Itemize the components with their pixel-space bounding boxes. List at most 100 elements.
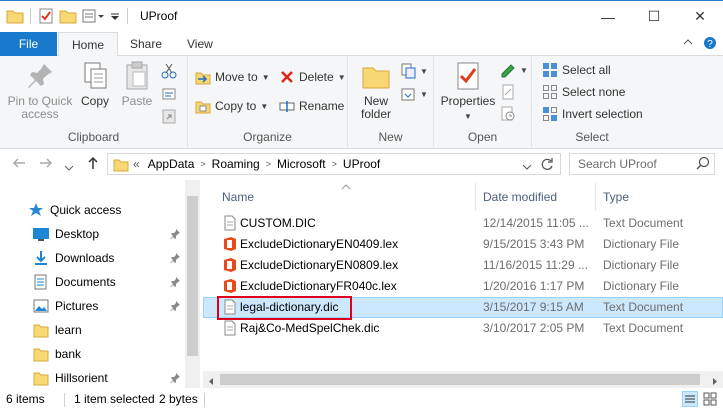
address-segment-uproof[interactable]: UProof [339, 157, 384, 171]
select-all-icon [542, 62, 558, 78]
address-dropdown-icon[interactable] [522, 160, 532, 174]
tab-share[interactable]: Share [117, 32, 175, 56]
collapse-ribbon-icon[interactable] [683, 36, 693, 53]
pin-icon[interactable] [170, 301, 180, 312]
pin-to-quick-access-button[interactable]: Pin to Quick access [6, 60, 74, 121]
nav-item-downloads[interactable]: Downloads [33, 246, 183, 270]
scroll-left-icon[interactable] [207, 375, 215, 389]
search-input[interactable]: Search UProof [569, 153, 715, 175]
pictures-icon [33, 298, 49, 314]
copy-path-button[interactable] [161, 84, 177, 104]
address-segment-microsoft[interactable]: Microsoft [273, 157, 330, 171]
table-row[interactable]: Raj&Co-MedSpelChek.dic 3/10/2017 2:05 PM… [203, 318, 723, 339]
tab-home[interactable]: Home [58, 32, 119, 57]
clipboard-label: Clipboard [67, 130, 120, 144]
move-to-button[interactable]: Move to ▼ [195, 67, 270, 87]
file-type: Dictionary File [603, 258, 680, 272]
nav-item-documents[interactable]: Documents [33, 270, 183, 294]
chevron-right-icon[interactable]: > [330, 159, 339, 169]
nav-item-desktop[interactable]: Desktop [33, 222, 183, 246]
text-file-icon [222, 215, 238, 231]
chevron-right-icon[interactable]: > [264, 159, 273, 169]
table-row[interactable]: ExcludeDictionaryFR040c.lex 1/20/2016 1:… [203, 276, 723, 297]
scroll-right-icon[interactable] [711, 375, 719, 389]
arrow-up-icon [88, 156, 98, 169]
table-row[interactable]: ExcludeDictionaryEN0409.lex 9/15/2015 3:… [203, 234, 723, 255]
delete-button[interactable]: Delete ▼ [279, 67, 346, 87]
minimize-button[interactable]: — [585, 1, 631, 32]
address-segment-roaming[interactable]: Roaming [208, 157, 264, 171]
history-icon [500, 106, 516, 122]
table-row[interactable]: CUSTOM.DIC 12/14/2015 11:05 ... Text Doc… [203, 213, 723, 234]
column-header-name[interactable]: Name [222, 184, 254, 209]
easy-access-button[interactable]: ▼ [400, 84, 428, 104]
customize-toolbar-icon[interactable] [81, 7, 105, 25]
nav-item-learn[interactable]: learn [33, 318, 183, 342]
select-none-button[interactable]: Select none [542, 82, 625, 102]
new-folder-icon[interactable] [59, 7, 77, 25]
cut-button[interactable] [161, 61, 177, 81]
column-separator[interactable] [595, 183, 596, 211]
file-date: 12/14/2015 11:05 ... [483, 216, 589, 230]
file-list-scrollbar-thumb[interactable] [220, 374, 700, 385]
open-button[interactable]: ▼ [500, 60, 528, 80]
file-list-scrollbar[interactable] [203, 371, 723, 388]
recent-locations-button[interactable] [64, 159, 74, 175]
folder-icon [113, 156, 129, 172]
invert-selection-button[interactable]: Invert selection [542, 104, 643, 124]
refresh-icon[interactable] [540, 157, 554, 174]
pin-icon[interactable] [170, 373, 180, 384]
address-overflow[interactable]: « [129, 157, 144, 171]
copy-to-button[interactable]: Copy to ▼ [195, 96, 268, 116]
paste-shortcut-icon [161, 108, 177, 124]
pin-icon[interactable] [170, 229, 180, 240]
address-bar[interactable]: « AppData > Roaming > Microsoft > UProof [107, 153, 561, 175]
edit-button[interactable] [500, 82, 516, 102]
maximize-button[interactable]: ☐ [631, 1, 677, 32]
properties-icon[interactable] [37, 7, 55, 25]
nav-item-bank[interactable]: bank [33, 342, 183, 366]
nav-quick-access[interactable]: Quick access [28, 198, 178, 222]
forward-button[interactable] [38, 155, 54, 174]
chevron-right-icon[interactable]: > [198, 159, 207, 169]
file-type: Text Document [603, 300, 684, 314]
select-all-button[interactable]: Select all [542, 60, 611, 80]
nav-scrollbar[interactable] [185, 180, 200, 388]
new-folder-button[interactable]: New folder [354, 60, 398, 121]
folder-icon [33, 370, 49, 386]
nav-scrollbar-thumb[interactable] [187, 196, 198, 356]
copy-button[interactable]: Copy [75, 60, 115, 108]
column-header-date-modified[interactable]: Date modified [483, 184, 557, 209]
details-view-icon [682, 391, 698, 407]
column-header-type[interactable]: Type [603, 184, 629, 209]
large-icons-view-button[interactable] [702, 391, 718, 407]
up-button[interactable] [85, 155, 101, 174]
organize-group: Move to ▼ Copy to ▼ Delete ▼ Rename Orga… [188, 56, 348, 149]
select-group: Select all Select none Invert selection … [532, 56, 652, 149]
close-button[interactable]: ✕ [677, 1, 723, 32]
back-button[interactable] [11, 155, 27, 174]
downloads-icon [33, 250, 49, 266]
file-name: ExcludeDictionaryFR040c.lex [240, 279, 397, 293]
copy-to-icon [195, 98, 211, 114]
history-button[interactable] [500, 104, 516, 124]
pin-icon[interactable] [170, 253, 180, 264]
details-view-button[interactable] [682, 391, 698, 407]
paste-button[interactable]: Paste [117, 60, 157, 108]
sort-ascending-icon [341, 179, 351, 193]
help-icon[interactable]: ? [703, 36, 717, 53]
paste-shortcut-button[interactable] [161, 106, 177, 126]
new-item-button[interactable]: ▼ [400, 61, 428, 81]
address-segment-appdata[interactable]: AppData [144, 157, 199, 171]
tab-file[interactable]: File [0, 32, 57, 56]
toolbar-dropdown-icon[interactable] [109, 7, 121, 25]
column-separator[interactable] [475, 183, 476, 211]
table-row[interactable]: ExcludeDictionaryEN0809.lex 11/16/2015 1… [203, 255, 723, 276]
nav-item-pictures[interactable]: Pictures [33, 294, 183, 318]
rename-button[interactable]: Rename [279, 96, 344, 116]
pin-icon[interactable] [170, 277, 180, 288]
nav-item-hillsorient[interactable]: Hillsorient [33, 366, 183, 390]
arrow-left-icon [12, 158, 25, 168]
tab-view[interactable]: View [174, 32, 226, 56]
properties-button[interactable]: Properties ▼ [439, 60, 497, 123]
